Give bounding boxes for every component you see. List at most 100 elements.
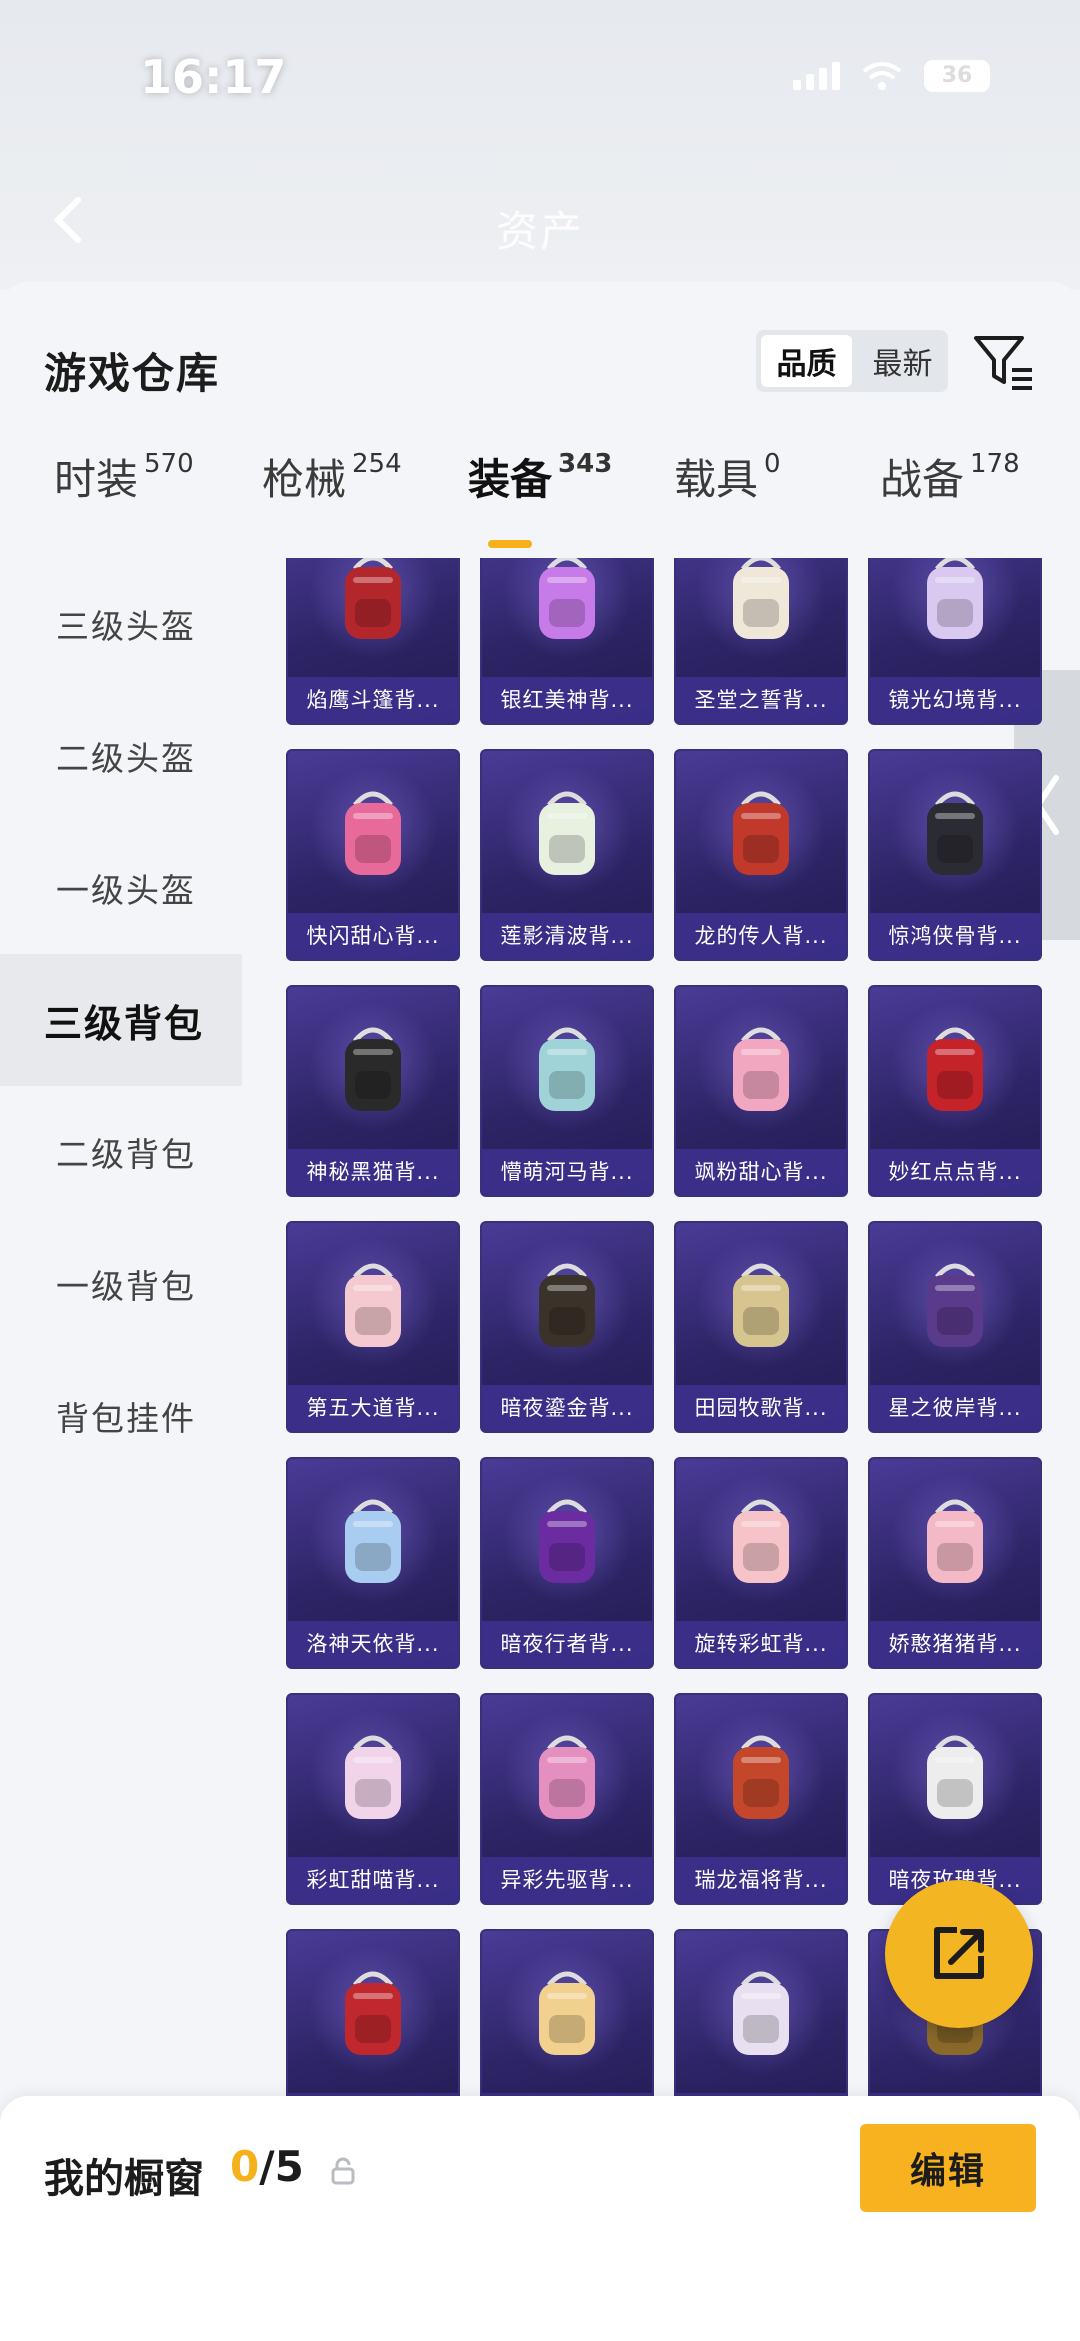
backpack-icon <box>733 558 789 639</box>
sort-newest-button[interactable]: 最新 <box>857 330 948 392</box>
backpack-icon <box>733 1971 789 2055</box>
tab-count: 570 <box>144 449 194 479</box>
item-card[interactable]: 惊鸿侠骨背... <box>868 749 1042 961</box>
tab-count: 343 <box>558 449 613 479</box>
item-card[interactable]: 星之彼岸背... <box>868 1221 1042 1433</box>
backpack-icon <box>345 1027 401 1111</box>
backpack-icon <box>345 558 401 639</box>
item-card[interactable]: 异彩先驱背... <box>480 1693 654 1905</box>
item-card[interactable]: 田园牧歌背... <box>674 1221 848 1433</box>
item-name: 洛神天依背... <box>288 1621 458 1667</box>
item-card[interactable]: 圣堂之誓背... <box>674 558 848 725</box>
edit-button[interactable]: 编辑 <box>860 2124 1036 2212</box>
item-card[interactable]: 第五大道背... <box>286 1221 460 1433</box>
item-card[interactable]: 暗夜鎏金背... <box>480 1221 654 1433</box>
item-card[interactable] <box>286 1929 460 2098</box>
backpack-icon <box>345 1735 401 1819</box>
tab-count: 254 <box>352 449 402 479</box>
tab-supplies[interactable]: 战备 178 <box>880 446 1020 507</box>
showcase-count: 0/5 <box>230 2142 304 2191</box>
item-card[interactable]: 洛神天依背... <box>286 1457 460 1669</box>
wifi-icon <box>862 62 902 90</box>
backpack-icon <box>927 1735 983 1819</box>
sidebar-item-backpack-1[interactable]: 一级背包 <box>0 1218 242 1350</box>
item-card[interactable] <box>674 1929 848 2098</box>
backpack-icon <box>927 1499 983 1583</box>
item-name: 飒粉甜心背... <box>676 1149 846 1195</box>
backpack-icon <box>539 1263 595 1347</box>
sort-quality-button[interactable]: 品质 <box>761 335 852 387</box>
item-name: 龙的传人背... <box>676 913 846 959</box>
backpack-icon <box>733 791 789 875</box>
battery-indicator: 36 <box>924 60 990 92</box>
backpack-icon <box>733 1499 789 1583</box>
backpack-icon <box>345 1499 401 1583</box>
item-name: 星之彼岸背... <box>870 1385 1040 1431</box>
item-card[interactable]: 神秘黑猫背... <box>286 985 460 1197</box>
tab-equipment[interactable]: 装备 343 <box>468 446 612 507</box>
sidebar-item-helmet-3[interactable]: 三级头盔 <box>0 558 242 690</box>
item-grid: 焰鹰斗篷背... 银红美神背... 圣堂之誓背... 镜光幻境背... 快闪甜心背...… <box>286 558 1042 2098</box>
share-button[interactable] <box>885 1880 1033 2028</box>
backpack-icon <box>539 1499 595 1583</box>
item-card[interactable]: 暗夜行者背... <box>480 1457 654 1669</box>
sidebar-item-helmet-1[interactable]: 一级头盔 <box>0 822 242 954</box>
item-name: 暗夜行者背... <box>482 1621 652 1667</box>
item-card[interactable]: 莲影清波背... <box>480 749 654 961</box>
tab-fashion[interactable]: 时装 570 <box>54 446 194 507</box>
backpack-icon <box>927 558 983 639</box>
nav-title: 资产 <box>495 207 584 256</box>
item-name: 懵萌河马背... <box>482 1149 652 1195</box>
tab-count: 0 <box>764 449 781 479</box>
item-card[interactable] <box>480 1929 654 2098</box>
backpack-icon <box>539 1027 595 1111</box>
item-card[interactable]: 娇憨猪猪背... <box>868 1457 1042 1669</box>
item-card[interactable]: 懵萌河马背... <box>480 985 654 1197</box>
backpack-icon <box>733 1263 789 1347</box>
backpack-icon <box>345 1263 401 1347</box>
subcategory-sidebar: 三级头盔 二级头盔 一级头盔 三级背包 二级背包 一级背包 背包挂件 <box>0 558 242 1482</box>
backpack-icon <box>345 791 401 875</box>
item-card[interactable]: 龙的传人背... <box>674 749 848 961</box>
status-time: 16:17 <box>140 50 287 104</box>
item-card[interactable]: 快闪甜心背... <box>286 749 460 961</box>
item-card[interactable]: 瑞龙福将背... <box>674 1693 848 1905</box>
backpack-icon <box>539 558 595 639</box>
item-card[interactable]: 彩虹甜喵背... <box>286 1693 460 1905</box>
item-name: 娇憨猪猪背... <box>870 1621 1040 1667</box>
item-card[interactable]: 焰鹰斗篷背... <box>286 558 460 725</box>
item-card[interactable]: 暗夜玫瑰背... <box>868 1693 1042 1905</box>
category-tabs: 时装 570 枪械 254 装备 343 载具 0 战备 178 <box>0 422 1080 532</box>
backpack-icon <box>345 1971 401 2055</box>
backpack-icon <box>733 1735 789 1819</box>
item-name: 惊鸿侠骨背... <box>870 913 1040 959</box>
showcase-bar: 我的橱窗 0/5 编辑 <box>0 2096 1080 2341</box>
tab-firearms[interactable]: 枪械 254 <box>262 446 402 507</box>
backpack-icon <box>539 791 595 875</box>
tab-vehicles[interactable]: 载具 0 <box>674 446 781 507</box>
backpack-icon <box>927 1263 983 1347</box>
item-name: 彩虹甜喵背... <box>288 1857 458 1903</box>
item-card[interactable]: 镜光幻境背... <box>868 558 1042 725</box>
sidebar-item-backpack-3[interactable]: 三级背包 <box>0 954 242 1086</box>
item-card[interactable]: 银红美神背... <box>480 558 654 725</box>
item-card[interactable]: 旋转彩虹背... <box>674 1457 848 1669</box>
item-card[interactable]: 妙红点点背... <box>868 985 1042 1197</box>
item-name: 银红美神背... <box>482 677 652 723</box>
filter-icon[interactable] <box>970 330 1040 396</box>
backpack-icon <box>539 1971 595 2055</box>
tab-count: 178 <box>970 449 1020 479</box>
item-card[interactable]: 飒粉甜心背... <box>674 985 848 1197</box>
item-name: 莲影清波背... <box>482 913 652 959</box>
backpack-icon <box>733 1027 789 1111</box>
sidebar-item-backpack-pendant[interactable]: 背包挂件 <box>0 1350 242 1482</box>
item-name: 瑞龙福将背... <box>676 1857 846 1903</box>
item-name: 圣堂之誓背... <box>676 677 846 723</box>
backpack-icon <box>927 1027 983 1111</box>
sidebar-item-helmet-2[interactable]: 二级头盔 <box>0 690 242 822</box>
item-name: 异彩先驱背... <box>482 1857 652 1903</box>
sidebar-item-backpack-2[interactable]: 二级背包 <box>0 1086 242 1218</box>
item-name: 第五大道背... <box>288 1385 458 1431</box>
sheet-title: 游戏仓库 <box>44 349 221 398</box>
status-icons: 36 <box>793 60 990 92</box>
